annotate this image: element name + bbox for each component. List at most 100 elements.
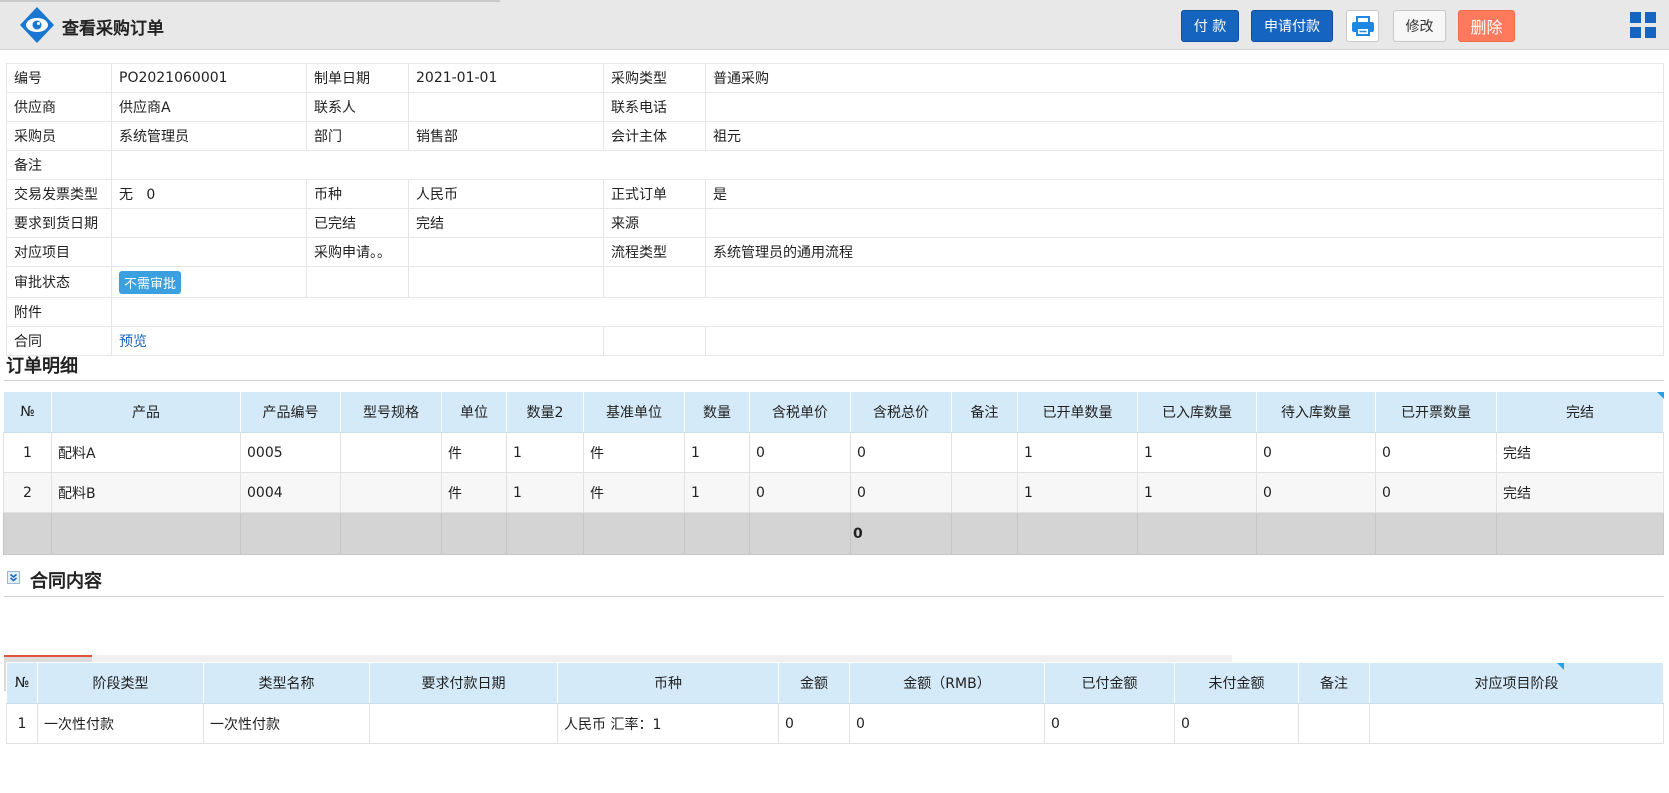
table-cell: 完结 xyxy=(1496,472,1664,513)
info-label: 采购员 xyxy=(6,121,112,151)
delete-button[interactable]: 删除 xyxy=(1458,10,1515,42)
info-row: 对应项目 采购申请。。 流程类型 系统管理员的通用流程 xyxy=(6,237,1664,267)
info-label: 供应商 xyxy=(6,92,112,122)
table-cell: 0 xyxy=(850,472,952,513)
plan-header-row: № 阶段类型 类型名称 要求付款日期 币种 金额 金额（RMB） 已付金额 未付… xyxy=(6,662,1664,704)
apply-payment-button[interactable]: 申请付款 xyxy=(1251,10,1333,42)
table-cell: 1 xyxy=(1017,432,1138,473)
info-label: 联系电话 xyxy=(603,92,706,122)
printer-icon xyxy=(1351,16,1374,36)
info-label: 已完结 xyxy=(306,208,409,238)
table-cell: 0 xyxy=(778,703,850,744)
table-cell: 件 xyxy=(441,472,507,513)
approval-label: 审批状态 xyxy=(6,266,112,298)
column-header[interactable]: № xyxy=(3,391,52,433)
column-header[interactable]: 已开票数量 xyxy=(1375,391,1497,433)
column-header[interactable]: № xyxy=(6,662,38,704)
eye-logo-icon xyxy=(20,7,54,43)
column-header[interactable]: 产品编号 xyxy=(240,391,341,433)
table-cell: 完结 xyxy=(1496,432,1664,473)
table-cell xyxy=(1298,703,1370,744)
table-cell: 件 xyxy=(583,432,685,473)
column-header[interactable]: 数量 xyxy=(684,391,750,433)
info-label: 正式订单 xyxy=(603,179,706,209)
column-header[interactable]: 数量2 xyxy=(506,391,584,433)
info-label: 制单日期 xyxy=(306,63,409,93)
table-cell: 1 xyxy=(684,432,750,473)
table-cell: 0004 xyxy=(240,472,341,513)
table-cell: 0 xyxy=(1044,703,1175,744)
column-header[interactable]: 类型名称 xyxy=(203,662,370,704)
table-cell: 1 xyxy=(506,432,584,473)
info-value: 2021-01-01 xyxy=(408,63,604,93)
table-cell: 0 xyxy=(1256,432,1376,473)
info-label: 币种 xyxy=(306,179,409,209)
info-label: 部门 xyxy=(306,121,409,151)
pay-button[interactable]: 付 款 xyxy=(1181,10,1239,42)
column-header[interactable]: 完结 xyxy=(1496,391,1664,433)
column-header[interactable]: 备注 xyxy=(951,391,1018,433)
column-header[interactable]: 对应项目阶段 xyxy=(1369,662,1664,704)
column-settings-corner[interactable] xyxy=(1657,392,1664,399)
column-header[interactable]: 单位 xyxy=(441,391,507,433)
summary-row: 0 xyxy=(3,512,1664,555)
info-label: 会计主体 xyxy=(603,121,706,151)
contract-preview-link[interactable]: 预览 xyxy=(119,334,147,350)
collapse-icon[interactable] xyxy=(7,571,20,584)
print-button[interactable] xyxy=(1346,10,1379,42)
table-cell: 1 xyxy=(3,432,52,473)
column-header[interactable]: 产品 xyxy=(51,391,241,433)
grid-menu-icon[interactable] xyxy=(1629,11,1657,39)
column-header[interactable]: 备注 xyxy=(1298,662,1370,704)
table-cell: 人民币 汇率：1 xyxy=(557,703,779,744)
column-header[interactable]: 待入库数量 xyxy=(1256,391,1376,433)
page-title: 查看采购订单 xyxy=(62,19,164,39)
info-value xyxy=(705,92,1664,122)
column-header[interactable]: 币种 xyxy=(557,662,779,704)
table-cell: 配料A xyxy=(51,432,241,473)
column-header[interactable]: 未付金额 xyxy=(1174,662,1299,704)
remark-value xyxy=(111,150,1664,180)
table-row[interactable]: 1 一次性付款 一次性付款 人民币 汇率：1 0 0 0 0 xyxy=(6,703,1664,744)
column-settings-corner[interactable] xyxy=(1557,663,1564,670)
info-value: PO2021060001 xyxy=(111,63,307,93)
column-header[interactable]: 要求付款日期 xyxy=(369,662,558,704)
info-value xyxy=(705,208,1664,238)
table-cell: 0 xyxy=(749,432,851,473)
contract-content-title: 合同内容 xyxy=(30,571,102,592)
info-row: 编号 PO2021060001 制单日期 2021-01-01 采购类型 普通采… xyxy=(6,63,1664,93)
column-header[interactable]: 金额 xyxy=(778,662,850,704)
column-header[interactable]: 阶段类型 xyxy=(37,662,204,704)
table-cell xyxy=(340,472,442,513)
table-cell: 一次性付款 xyxy=(37,703,204,744)
info-label: 备注 xyxy=(6,150,112,180)
column-header[interactable]: 已付金额 xyxy=(1044,662,1175,704)
table-cell: 1 xyxy=(684,472,750,513)
info-label: 采购类型 xyxy=(603,63,706,93)
info-label: 流程类型 xyxy=(603,237,706,267)
column-header[interactable]: 已入库数量 xyxy=(1137,391,1257,433)
table-row[interactable]: 1 配料A 0005 件 1 件 1 0 0 1 1 0 0 完结 xyxy=(3,432,1664,473)
info-label: 联系人 xyxy=(306,92,409,122)
approval-value: 不需审批 xyxy=(111,266,307,298)
table-row[interactable]: 2 配料B 0004 件 1 件 1 0 0 1 1 0 0 完结 xyxy=(3,472,1664,513)
edit-button[interactable]: 修改 xyxy=(1393,10,1446,42)
info-row: 供应商 供应商A 联系人 联系电话 xyxy=(6,92,1664,122)
column-header[interactable]: 已开单数量 xyxy=(1017,391,1138,433)
table-cell: 0 xyxy=(1174,703,1299,744)
info-value xyxy=(408,92,604,122)
top-rule xyxy=(0,0,500,2)
table-cell: 0 xyxy=(1375,472,1497,513)
divider xyxy=(4,596,1664,597)
order-details-title: 订单明细 xyxy=(6,356,78,377)
info-value: 供应商A xyxy=(111,92,307,122)
column-header[interactable]: 型号规格 xyxy=(340,391,442,433)
column-header[interactable]: 含税总价 xyxy=(850,391,952,433)
info-value: 祖元 xyxy=(705,121,1664,151)
column-header[interactable]: 含税单价 xyxy=(749,391,851,433)
table-cell xyxy=(369,703,558,744)
info-row: 审批状态 不需审批 xyxy=(6,266,1664,298)
column-header[interactable]: 基准单位 xyxy=(583,391,685,433)
info-value xyxy=(111,208,307,238)
column-header[interactable]: 金额（RMB） xyxy=(849,662,1045,704)
